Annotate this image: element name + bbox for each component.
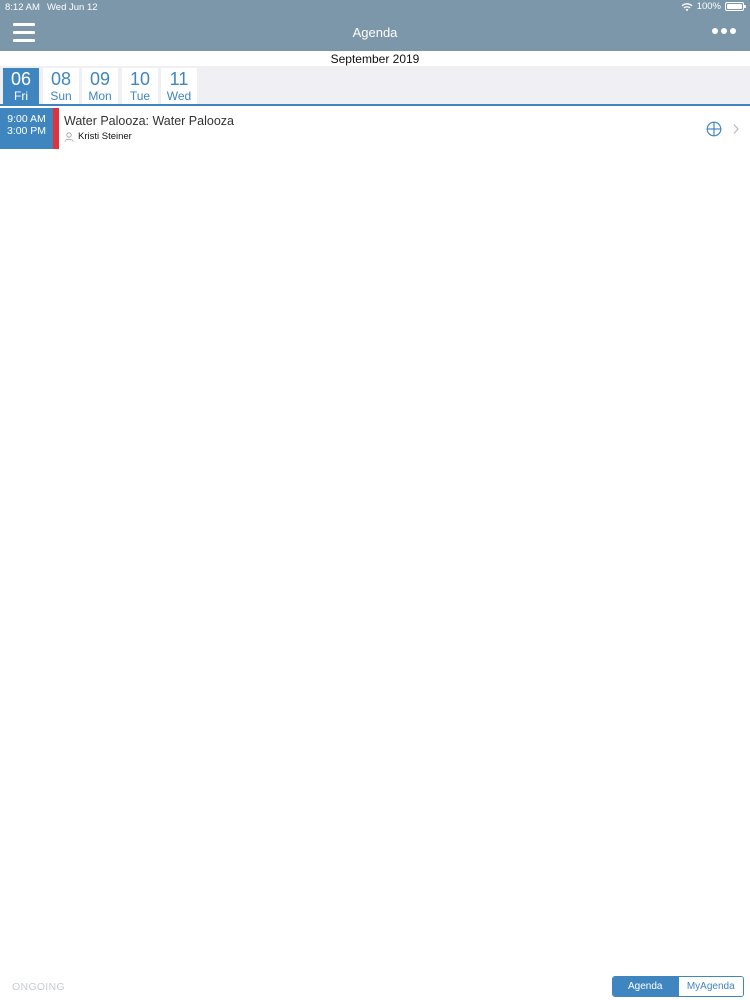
status-time: 8:12 AM bbox=[5, 2, 40, 13]
more-options-icon[interactable] bbox=[712, 28, 736, 34]
speaker-name: Kristi Steiner bbox=[78, 131, 132, 142]
date-tab[interactable]: 09 Mon bbox=[82, 68, 118, 104]
view-segmented-control[interactable]: Agenda MyAgenda bbox=[612, 976, 744, 997]
status-bar: 8:12 AM Wed Jun 12 100% bbox=[0, 0, 750, 16]
date-tab[interactable]: 10 Tue bbox=[122, 68, 158, 104]
date-number: 06 bbox=[10, 69, 32, 89]
date-weekday: Fri bbox=[14, 89, 28, 103]
ongoing-button[interactable]: ONGOING bbox=[12, 981, 65, 993]
date-number: 10 bbox=[129, 69, 151, 89]
date-number: 08 bbox=[50, 69, 72, 89]
agenda-item[interactable]: 9:00 AM 3:00 PM Water Palooza: Water Pal… bbox=[0, 108, 750, 149]
date-strip: 06 Fri 08 Sun 09 Mon 10 Tue 11 Wed bbox=[0, 66, 750, 106]
end-time: 3:00 PM bbox=[6, 125, 47, 137]
date-weekday: Sun bbox=[50, 89, 72, 103]
add-to-agenda-icon[interactable] bbox=[706, 121, 722, 137]
battery-percent: 100% bbox=[696, 1, 721, 12]
speaker-row: Kristi Steiner bbox=[64, 131, 132, 142]
segment-agenda[interactable]: Agenda bbox=[613, 977, 678, 996]
wifi-icon bbox=[681, 2, 693, 11]
segment-myagenda[interactable]: MyAgenda bbox=[677, 977, 743, 996]
date-tab[interactable]: 06 Fri bbox=[3, 68, 39, 104]
track-color-strip bbox=[53, 108, 59, 149]
person-icon bbox=[64, 131, 74, 142]
date-weekday: Tue bbox=[129, 89, 151, 103]
date-weekday: Mon bbox=[88, 89, 112, 103]
nav-bar: Agenda bbox=[0, 16, 750, 51]
date-number: 11 bbox=[169, 69, 189, 89]
status-date: Wed Jun 12 bbox=[47, 2, 98, 13]
battery-icon bbox=[725, 2, 746, 11]
page-title: Agenda bbox=[352, 25, 398, 40]
time-range: 9:00 AM 3:00 PM bbox=[0, 108, 53, 149]
date-tab[interactable]: 08 Sun bbox=[43, 68, 79, 104]
chevron-right-icon bbox=[733, 124, 739, 134]
session-title: Water Palooza: Water Palooza bbox=[64, 114, 234, 128]
date-tab[interactable]: 11 Wed bbox=[161, 68, 197, 104]
month-label: September 2019 bbox=[330, 52, 420, 66]
status-indicators: 100% bbox=[681, 1, 746, 12]
date-number: 09 bbox=[89, 69, 111, 89]
start-time: 9:00 AM bbox=[7, 113, 46, 125]
date-weekday: Wed bbox=[166, 89, 192, 103]
